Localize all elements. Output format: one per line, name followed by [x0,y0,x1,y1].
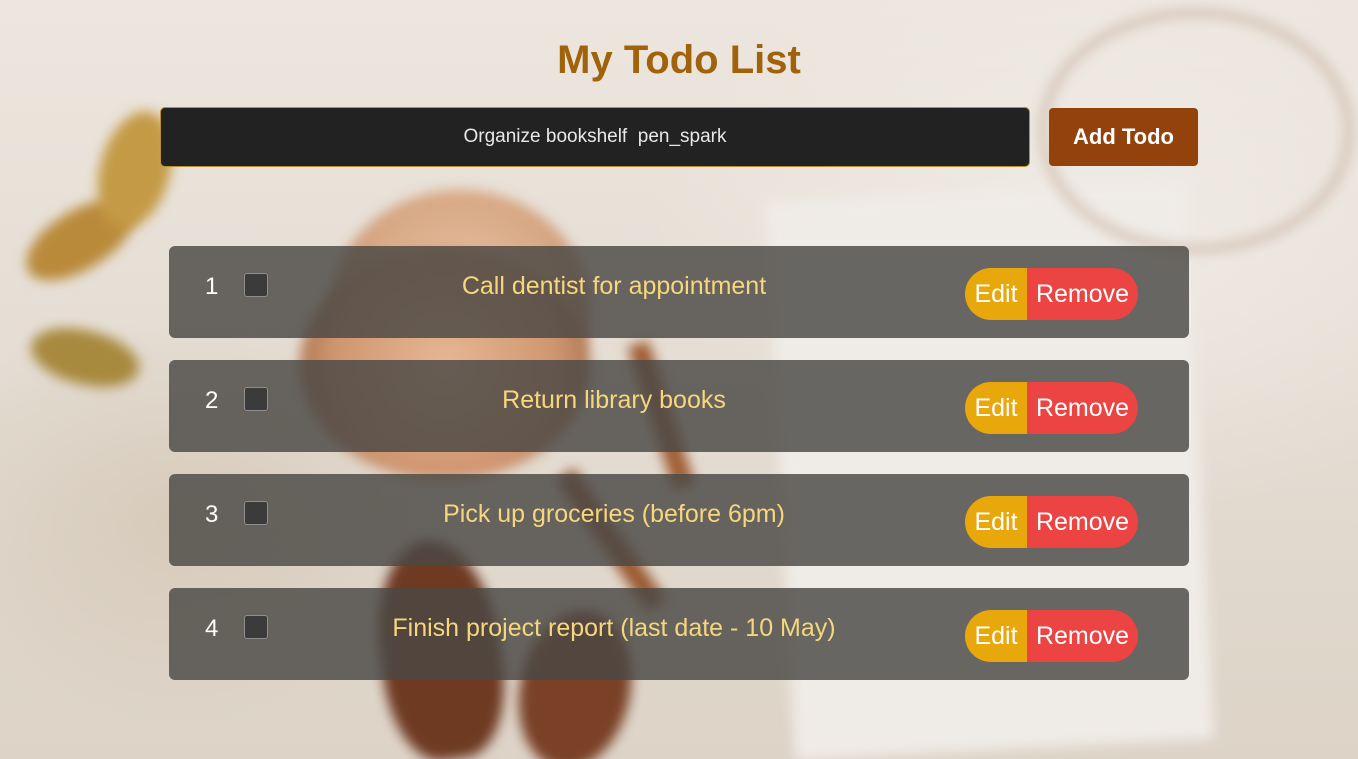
todo-app: My Todo List Add Todo 1 Call dentist for… [0,0,1358,759]
todo-checkbox[interactable] [244,615,268,639]
todo-number: 2 [205,387,219,414]
remove-button[interactable]: Remove [1027,268,1138,320]
add-todo-form: Add Todo [160,107,1200,167]
todo-text: Finish project report (last date - 10 Ma… [392,614,836,642]
edit-button[interactable]: Edit [965,382,1027,434]
todo-list: 1 Call dentist for appointment Edit Remo… [169,246,1189,702]
todo-item: 1 Call dentist for appointment Edit Remo… [169,246,1189,338]
todo-text: Pick up groceries (before 6pm) [443,500,785,528]
add-todo-button[interactable]: Add Todo [1049,108,1198,166]
todo-actions: Edit Remove [965,382,1138,434]
todo-actions: Edit Remove [965,496,1138,548]
todo-actions: Edit Remove [965,610,1138,662]
todo-item: 4 Finish project report (last date - 10 … [169,588,1189,680]
todo-number: 3 [205,501,219,528]
todo-actions: Edit Remove [965,268,1138,320]
todo-checkbox[interactable] [244,501,268,525]
todo-item: 2 Return library books Edit Remove [169,360,1189,452]
remove-button[interactable]: Remove [1027,496,1138,548]
todo-checkbox[interactable] [244,273,268,297]
edit-button[interactable]: Edit [965,610,1027,662]
todo-checkbox[interactable] [244,387,268,411]
todo-number: 4 [205,615,219,642]
remove-button[interactable]: Remove [1027,610,1138,662]
page-title: My Todo List [557,38,801,82]
remove-button[interactable]: Remove [1027,382,1138,434]
edit-button[interactable]: Edit [965,268,1027,320]
todo-number: 1 [205,273,219,300]
todo-item: 3 Pick up groceries (before 6pm) Edit Re… [169,474,1189,566]
edit-button[interactable]: Edit [965,496,1027,548]
todo-text: Return library books [502,386,726,414]
todo-text: Call dentist for appointment [461,272,767,300]
todo-input[interactable] [160,107,1030,167]
